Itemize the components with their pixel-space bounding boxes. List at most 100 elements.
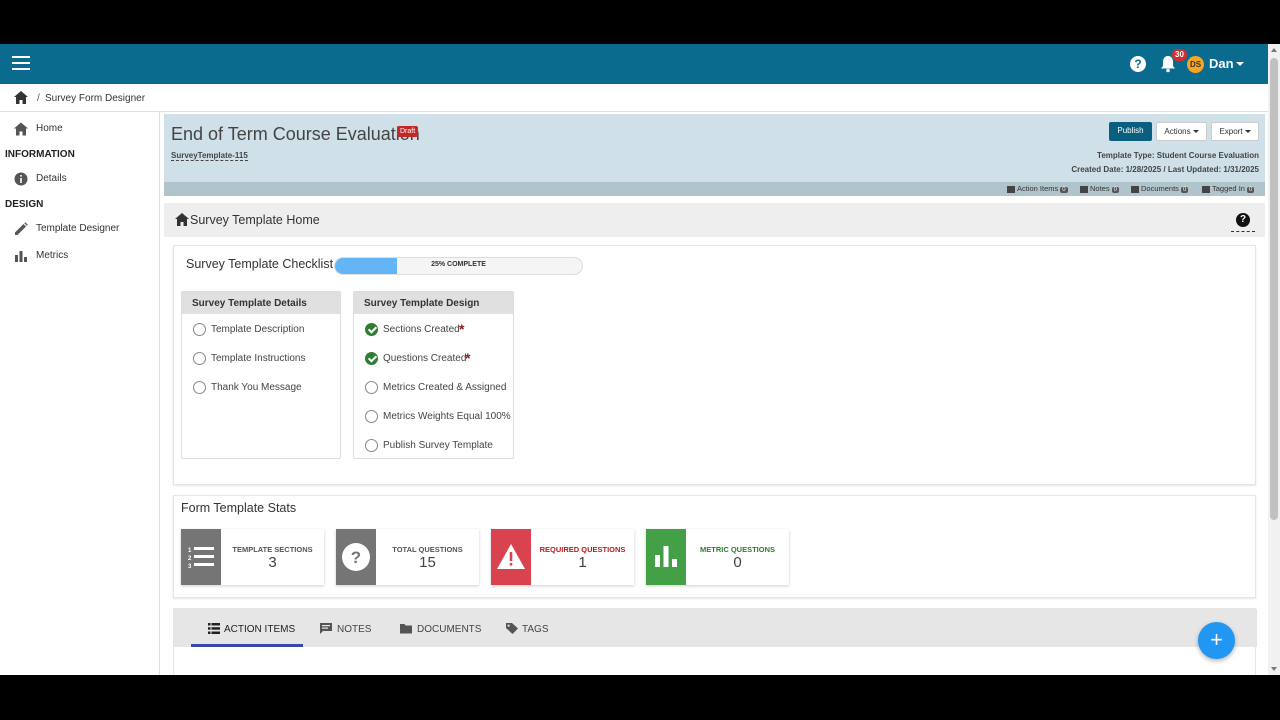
- action-items-link[interactable]: Action Items 0: [1007, 184, 1068, 193]
- bar-chart-icon: [15, 251, 27, 262]
- stat-tile-template-sections: 1 2 3 TEMPLATE SECTIONS 3: [181, 529, 324, 585]
- export-dropdown-button[interactable]: Export: [1211, 122, 1259, 141]
- sidebar-item-label: Template Designer: [36, 223, 120, 234]
- user-name[interactable]: Dan: [1209, 56, 1234, 71]
- list-icon: 1 2 3: [181, 529, 221, 585]
- design-checklist-box: Survey Template Design Sections Created *…: [353, 291, 514, 459]
- required-asterisk-icon: *: [459, 321, 465, 337]
- actions-dropdown-button[interactable]: Actions: [1156, 122, 1207, 141]
- checklist-title: Survey Template Checklist: [186, 257, 334, 271]
- pencil-icon: [15, 222, 28, 235]
- caret-down-icon: [1192, 130, 1199, 134]
- action-items-label: Action Items: [1017, 184, 1059, 193]
- tab-action-items[interactable]: ACTION ITEMS: [191, 609, 303, 647]
- sidebar-item-label: Details: [36, 173, 67, 184]
- tab-notes[interactable]: NOTES: [320, 609, 380, 647]
- stat-tile-required-questions: REQUIRED QUESTIONS 1: [491, 529, 634, 585]
- question-icon: ?: [336, 529, 376, 585]
- avatar[interactable]: DS: [1187, 56, 1204, 73]
- help-underline: [1231, 231, 1255, 232]
- main-content: End of Term Course Evaluation Draft Surv…: [164, 114, 1265, 675]
- sidebar-heading-design: DESIGN: [5, 199, 44, 210]
- sidebar-item-home[interactable]: Home: [0, 117, 159, 141]
- actions-label: Actions: [1164, 127, 1191, 136]
- stats-title: Form Template Stats: [181, 501, 297, 515]
- help-icon[interactable]: ?: [1236, 213, 1250, 227]
- unchecked-circle-icon: [193, 352, 206, 365]
- user-menu-chevron-down-icon[interactable]: [1236, 62, 1244, 66]
- unchecked-circle-icon: [365, 381, 378, 394]
- checklist-item-label: Metrics Created & Assigned: [383, 382, 507, 393]
- info-icon: [14, 172, 28, 186]
- stat-label: TEMPLATE SECTIONS: [232, 545, 313, 554]
- design-box-title: Survey Template Design: [354, 292, 513, 314]
- tag-icon: [506, 623, 518, 634]
- notes-link[interactable]: Notes 0: [1080, 184, 1119, 193]
- documents-link[interactable]: Documents 0: [1131, 184, 1189, 193]
- template-type: Template Type: Student Course Evaluation: [1097, 151, 1259, 160]
- add-floating-button[interactable]: +: [1198, 622, 1235, 659]
- details-checklist-box: Survey Template Details Template Descrip…: [181, 291, 341, 459]
- svg-text:3: 3: [188, 564, 192, 570]
- notes-label: Notes: [1090, 184, 1110, 193]
- app-viewport: ? 30 DS Dan / Survey Form Designer Home …: [0, 44, 1280, 675]
- help-icon[interactable]: ?: [1130, 56, 1146, 72]
- progress-bar: 25% COMPLETE: [334, 257, 583, 275]
- template-dates: Created Date: 1/28/2025 / Last Updated: …: [1071, 165, 1259, 174]
- scroll-down-arrow-icon[interactable]: [1271, 667, 1277, 671]
- stat-label: TOTAL QUESTIONS: [392, 545, 463, 554]
- checklist-card: Survey Template Checklist 25% COMPLETE S…: [173, 245, 1256, 485]
- sidebar-item-template-designer[interactable]: Template Designer: [0, 217, 159, 241]
- check-circle-icon: [365, 323, 378, 336]
- sidebar-heading-information: INFORMATION: [5, 149, 75, 160]
- details-box-title: Survey Template Details: [182, 292, 340, 314]
- scroll-up-arrow-icon[interactable]: [1271, 48, 1277, 52]
- tagged-in-label: Tagged In: [1212, 184, 1245, 193]
- stats-card: Form Template Stats 1 2 3 TEMPLATE SECTI…: [173, 495, 1256, 598]
- tabs-bar: ACTION ITEMS NOTES DOCUMENTS TAGS: [174, 609, 1257, 647]
- home-icon: [14, 122, 28, 136]
- action-items-count: 0: [1060, 187, 1068, 193]
- tab-documents[interactable]: DOCUMENTS: [400, 609, 482, 647]
- tab-label: ACTION ITEMS: [224, 624, 296, 635]
- bar-chart-icon: [646, 529, 686, 585]
- tag-icon: [1202, 185, 1210, 193]
- sidebar-item-label: Home: [36, 123, 63, 134]
- tagged-in-link[interactable]: Tagged In 0: [1202, 184, 1255, 193]
- tab-tags[interactable]: TAGS: [506, 609, 556, 647]
- tab-label: TAGS: [522, 624, 549, 635]
- stat-label: METRIC QUESTIONS: [699, 545, 775, 554]
- checklist-item-label: Publish Survey Template: [383, 440, 493, 451]
- checklist-item-label: Questions Created: [383, 353, 467, 364]
- stat-tile-metric-questions: METRIC QUESTIONS 0: [646, 529, 789, 585]
- svg-text:?: ?: [351, 548, 361, 567]
- sidebar-item-details[interactable]: Details: [0, 167, 159, 191]
- hamburger-menu-icon[interactable]: [12, 56, 30, 72]
- stat-value: 1: [578, 554, 587, 571]
- page-title: End of Term Course Evaluation: [171, 124, 420, 144]
- documents-label: Documents: [1141, 184, 1179, 193]
- tab-label: DOCUMENTS: [417, 624, 482, 635]
- checklist-item-label: Template Description: [211, 324, 305, 335]
- svg-text:2: 2: [188, 556, 192, 562]
- folder-icon: [1131, 185, 1139, 193]
- sidebar-item-metrics[interactable]: Metrics: [0, 244, 159, 268]
- export-label: Export: [1219, 127, 1243, 136]
- section-header: Survey Template Home ?: [164, 203, 1265, 237]
- sidebar-item-label: Metrics: [36, 250, 69, 261]
- publish-button[interactable]: Publish: [1109, 122, 1152, 141]
- stat-value: 3: [268, 554, 277, 571]
- unchecked-circle-icon: [365, 439, 378, 452]
- scroll-thumb[interactable]: [1270, 58, 1278, 520]
- template-id[interactable]: SurveyTemplate-115: [171, 151, 248, 161]
- breadcrumb-current: Survey Form Designer: [45, 93, 146, 104]
- home-icon[interactable]: [14, 91, 28, 104]
- page-scrollbar[interactable]: [1268, 44, 1280, 675]
- checklist-item-label: Thank You Message: [211, 382, 302, 393]
- sidebar: Home INFORMATION Details DESIGN Template…: [0, 112, 160, 675]
- notes-icon: [1080, 185, 1088, 193]
- header-counts-strip: Action Items 0 Notes 0 Documents 0 Tagged I…: [164, 182, 1265, 196]
- section-title: Survey Template Home: [190, 213, 320, 227]
- svg-text:1: 1: [188, 548, 192, 554]
- stat-tile-total-questions: ? TOTAL QUESTIONS 15: [336, 529, 479, 585]
